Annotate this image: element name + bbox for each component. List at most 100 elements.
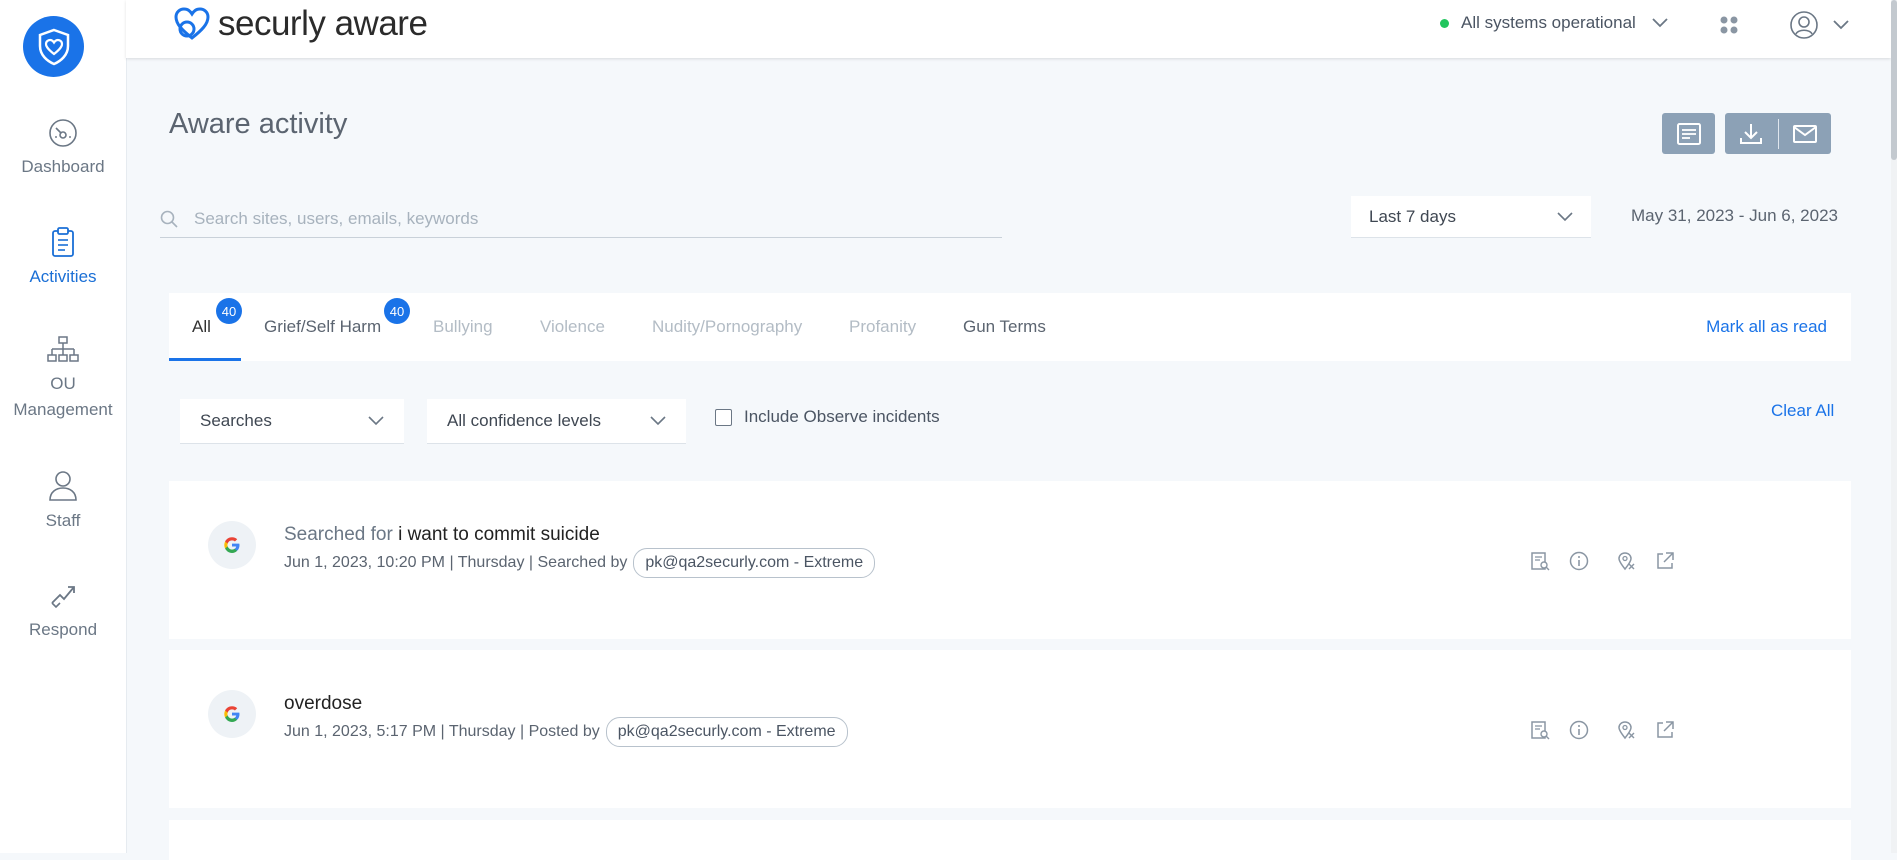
tab-label: Profanity — [849, 317, 917, 336]
sidebar-item-label: Respond — [28, 620, 98, 639]
activity-meta: Jun 1, 2023, 5:17 PM | Thursday | Posted… — [284, 717, 848, 747]
search-icon — [160, 210, 178, 228]
confidence-selected: All confidence levels — [447, 411, 602, 430]
info-icon[interactable] — [1569, 720, 1589, 740]
external-link-icon[interactable] — [1655, 551, 1675, 571]
brand-logo[interactable]: securly aware — [172, 4, 428, 44]
status-text: All systems operational — [1461, 13, 1636, 32]
view-details-icon[interactable] — [1530, 551, 1550, 571]
active-tab-indicator — [169, 358, 241, 361]
chevron-down-icon — [1652, 18, 1668, 28]
download-button[interactable] — [1725, 113, 1778, 154]
location-off-icon[interactable] — [1616, 720, 1636, 740]
location-off-icon[interactable] — [1616, 551, 1636, 571]
include-observe-toggle[interactable]: Include Observe incidents — [715, 407, 940, 427]
tab-label: All — [192, 317, 211, 336]
respond-icon — [51, 586, 75, 609]
sidebar-item-label-line1: OU — [50, 374, 76, 393]
top-header: securly aware All systems operational — [126, 0, 1891, 58]
external-link-icon[interactable] — [1655, 720, 1675, 740]
user-menu[interactable] — [1789, 10, 1849, 40]
org-chart-icon — [47, 336, 79, 362]
tab-all[interactable]: All — [192, 293, 211, 361]
tab-label: Gun Terms — [963, 317, 1046, 336]
chevron-down-icon — [650, 416, 666, 426]
tab-label: Violence — [540, 317, 605, 336]
activity-meta-text: Jun 1, 2023, 10:20 PM | Thursday | Searc… — [284, 554, 628, 571]
activity-card[interactable]: Searched for i want to commit suicide Ju… — [169, 481, 1851, 639]
activity-actions — [1530, 551, 1694, 571]
page-title: Aware activity — [169, 108, 348, 140]
activity-term: overdose — [284, 693, 363, 714]
activity-meta-text: Jun 1, 2023, 5:17 PM | Thursday | Posted… — [284, 723, 600, 740]
activity-term: i want to commit suicide — [398, 524, 600, 545]
activity-card[interactable] — [169, 820, 1851, 860]
google-icon — [208, 690, 256, 738]
chevron-down-icon — [368, 416, 384, 426]
tab-label: Grief/Self Harm — [264, 317, 382, 336]
status-dot — [1440, 18, 1449, 28]
sidebar-item-dashboard[interactable]: Dashboard — [0, 118, 126, 180]
mail-icon — [1792, 124, 1817, 143]
report-icon — [1676, 122, 1701, 145]
gauge-icon — [49, 119, 77, 147]
avatar-icon — [1790, 11, 1818, 39]
page-scrollbar[interactable] — [1891, 0, 1897, 853]
clear-all-link[interactable]: Clear All — [1771, 401, 1834, 421]
tab-bullying[interactable]: Bullying — [433, 293, 493, 361]
sidebar-item-respond[interactable]: Respond — [0, 583, 126, 643]
person-icon — [49, 471, 77, 501]
user-pill[interactable]: pk@qa2securly.com - Extreme — [633, 548, 876, 578]
tab-nudity-pornography[interactable]: Nudity/Pornography — [652, 293, 802, 361]
tab-gun-terms[interactable]: Gun Terms — [963, 293, 1046, 361]
sidebar-item-label: Activities — [29, 267, 97, 286]
activity-type-selected: Searches — [200, 411, 272, 430]
tab-label: Nudity/Pornography — [652, 317, 803, 336]
user-pill[interactable]: pk@qa2securly.com - Extreme — [605, 717, 848, 747]
date-range-selected: Last 7 days — [1369, 206, 1456, 226]
include-observe-checkbox[interactable] — [715, 408, 732, 426]
date-range-text: May 31, 2023 - Jun 6, 2023 — [1631, 206, 1838, 225]
activity-type-select[interactable]: Searches — [180, 399, 404, 444]
google-icon — [208, 521, 256, 569]
tab-violence[interactable]: Violence — [540, 293, 605, 361]
heart-logo-icon — [174, 7, 210, 40]
info-icon[interactable] — [1569, 551, 1589, 571]
sidebar-item-label: Dashboard — [21, 157, 105, 176]
brand-name: securly aware — [218, 4, 428, 43]
shield-heart-icon — [38, 28, 69, 65]
sidebar-item-staff[interactable]: Staff — [0, 470, 126, 534]
activity-card[interactable]: overdose Jun 1, 2023, 5:17 PM | Thursday… — [169, 650, 1851, 808]
tab-all-count-badge: 40 — [216, 298, 242, 324]
sidebar-item-label-line2: Management — [13, 400, 113, 419]
search-bar — [160, 200, 1002, 238]
download-icon — [1740, 123, 1763, 144]
mark-all-read-link[interactable]: Mark all as read — [1706, 293, 1827, 361]
email-button[interactable] — [1778, 113, 1831, 154]
category-tabs: All 40 Grief/Self Harm 40 Bullying Viole… — [169, 293, 1851, 361]
report-button[interactable] — [1662, 113, 1715, 154]
confidence-select[interactable]: All confidence levels — [427, 399, 686, 444]
date-range-select[interactable]: Last 7 days — [1351, 196, 1591, 238]
activity-title: overdose — [284, 693, 362, 715]
system-status[interactable]: All systems operational — [1440, 13, 1668, 33]
sidebar-item-label: Staff — [45, 511, 81, 530]
search-input[interactable] — [192, 207, 976, 230]
chevron-down-icon — [1557, 211, 1573, 221]
sidebar-item-activities[interactable]: Activities — [0, 226, 126, 290]
activity-title: Searched for i want to commit suicide — [284, 524, 600, 546]
view-details-icon[interactable] — [1530, 720, 1550, 740]
tab-grief-self-harm[interactable]: Grief/Self Harm — [264, 293, 381, 361]
tab-profanity[interactable]: Profanity — [849, 293, 916, 361]
apps-grid-button[interactable] — [1719, 15, 1739, 40]
tab-label: Bullying — [433, 317, 493, 336]
chevron-down-icon — [1833, 20, 1849, 30]
app-logo[interactable] — [23, 16, 84, 77]
sidebar-item-ou-management[interactable]: OU Management — [0, 335, 126, 423]
tab-grief-count-badge: 40 — [384, 298, 410, 324]
sidebar: Dashboard Activities OU Management Staff… — [0, 0, 127, 853]
activity-actions — [1530, 720, 1694, 740]
activity-meta: Jun 1, 2023, 10:20 PM | Thursday | Searc… — [284, 548, 876, 578]
scrollbar-thumb[interactable] — [1891, 0, 1897, 160]
export-button-group — [1725, 113, 1831, 154]
